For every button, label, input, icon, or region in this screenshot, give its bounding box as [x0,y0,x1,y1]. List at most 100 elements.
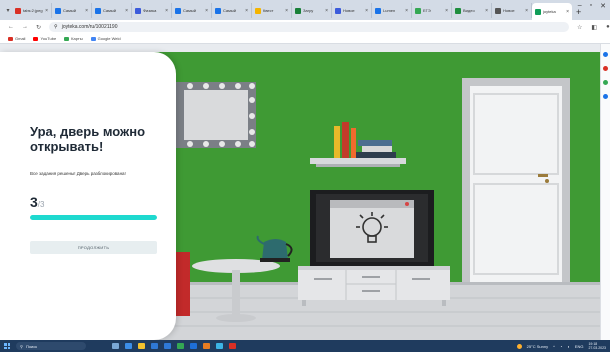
close-tab-icon[interactable]: × [245,8,248,14]
browser-tab[interactable]: Видео × [452,3,492,18]
taskbar-app-icon[interactable] [190,343,197,349]
tab-favicon-icon [375,7,381,14]
site-info-icon[interactable]: ⚲ [54,24,58,30]
book-stack-3 [358,140,392,146]
clock[interactable]: 19:18 27.03.2023 [588,342,606,350]
sidebar-app-icon[interactable] [603,52,608,57]
bookmark-item[interactable]: YouTube [33,36,56,41]
tab-favicon-icon [535,8,541,15]
bookmark-label: YouTube [40,36,57,41]
taskbar-app-icon[interactable] [164,343,171,349]
continue-button[interactable]: ПРОДОЛЖИТЬ [30,241,157,254]
tab-title: Самый [223,8,237,13]
maximize-icon[interactable]: ▫ [590,2,592,10]
browser-tab[interactable]: Самый × [92,3,132,18]
bookmark-item[interactable]: Gmail [8,36,25,41]
forward-icon[interactable]: → [22,24,28,30]
bookmark-star-icon[interactable]: ☆ [577,24,582,31]
tab-favicon-icon [215,7,221,14]
browser-tab[interactable]: Новое × [492,3,532,18]
bookmark-favicon-icon [64,36,70,41]
tab-title: Физика [143,8,157,13]
browser-tab[interactable]: Квест × [252,3,292,18]
progress-bar-fill [30,215,157,220]
browser-tab[interactable]: Самый × [172,3,212,18]
quest-page: Ура, дверь можно открывать! Все задания … [0,44,600,340]
book-red [342,122,349,158]
close-tab-icon[interactable]: × [445,8,448,14]
network-icon[interactable]: ◔ [560,344,562,349]
taskbar-app-icon[interactable] [216,343,223,349]
close-tab-icon[interactable]: × [125,8,128,14]
tab-favicon-icon [55,7,61,14]
minimize-icon[interactable]: – [578,2,582,10]
browser-tab[interactable]: Физика × [132,3,172,18]
close-tab-icon[interactable]: × [365,8,368,14]
bookmark-item[interactable]: Карты [64,36,83,41]
close-window-icon[interactable]: ✕ [600,2,606,10]
taskbar-app-icon[interactable] [229,343,236,349]
address-bar[interactable]: ⚲ joyteka.com/ru/10021190 [49,22,570,32]
door-handle [538,174,548,177]
clock-date: 27.03.2023 [588,346,606,350]
taskbar-app-icon[interactable] [177,343,184,349]
tab-favicon-icon [495,7,501,14]
close-tab-icon[interactable]: × [165,8,168,14]
taskbar-app-icon[interactable] [138,343,145,349]
close-tab-icon[interactable]: × [85,8,88,14]
address-bar-row: ← → ↻ ⚲ joyteka.com/ru/10021190 ☆ ◧ ● ⋮ [0,20,610,34]
taskbar-app-icon[interactable] [151,343,158,349]
close-tab-icon[interactable]: × [325,8,328,14]
keyboard-language[interactable]: ENG [575,344,584,349]
close-tab-icon[interactable]: × [405,8,408,14]
taskbar-app-icon[interactable] [203,343,210,349]
tasks-total-count: /3 [37,200,45,209]
browser-tab[interactable]: Lumen × [372,3,412,18]
weather-sun-icon[interactable] [516,343,522,349]
taskbar-app-icon[interactable] [112,343,119,349]
taskbar-app-icon[interactable] [125,343,132,349]
book-stack-1 [356,152,396,158]
sidebar-app-icon[interactable] [603,94,608,99]
exit-door[interactable] [462,78,570,282]
vanity-mirror [176,82,256,148]
tab-favicon-icon [455,7,461,14]
start-icon[interactable] [4,343,10,349]
sidebar-app-icon[interactable] [603,80,608,85]
volume-icon[interactable]: ◖ [567,344,569,349]
profile-icon[interactable]: ● [606,24,610,31]
tab-title: Самый [103,8,117,13]
close-tab-icon[interactable]: × [285,8,288,14]
close-tab-icon[interactable]: × [205,8,208,14]
tab-strip: tabs:2:jpeg × Самый × Самый × Физика × Самый × Сам… [12,3,572,20]
close-tab-icon[interactable]: × [45,8,48,14]
browser-tab[interactable]: Новое × [332,3,372,18]
taskbar-search[interactable]: ⚲ Поиск [16,342,86,350]
reload-icon[interactable]: ↻ [36,24,41,31]
close-tab-icon[interactable]: × [485,8,488,14]
bookmark-label: Gmail [15,36,26,41]
browser-tab[interactable]: tabs:2:jpeg × [12,3,52,18]
tray-chevron-icon[interactable]: ^ [553,344,555,349]
weather-text[interactable]: 25°C Sunny [527,344,548,349]
browser-tab[interactable]: ЕГЭ × [412,3,452,18]
windows-taskbar: ⚲ Поиск 25°C Sunny ^ ◔ ◖ ENG 19:18 27.03… [0,340,610,352]
back-icon[interactable]: ← [8,24,14,30]
sidebar-app-icon[interactable] [603,66,608,71]
tab-active[interactable]: joyteka × [532,3,572,20]
extensions-icon[interactable]: ◧ [591,24,597,31]
browser-tab[interactable]: Самый × [52,3,92,18]
close-tab-icon[interactable]: × [566,9,569,15]
tab-title: Lumen [383,8,396,13]
tasks-done-count: 3 [30,194,38,210]
browser-tab[interactable]: Самый × [212,3,252,18]
bookmark-item[interactable]: Google Weld [90,36,121,41]
tab-search-icon[interactable]: ▾ [4,3,12,17]
television[interactable] [310,190,434,266]
close-tab-icon[interactable]: × [525,8,528,14]
book-stack-2 [362,146,392,152]
tv-stand[interactable] [298,266,450,306]
browser-tab[interactable]: Загру × [292,3,332,18]
bookmark-favicon-icon [90,36,96,41]
search-icon: ⚲ [20,343,23,349]
